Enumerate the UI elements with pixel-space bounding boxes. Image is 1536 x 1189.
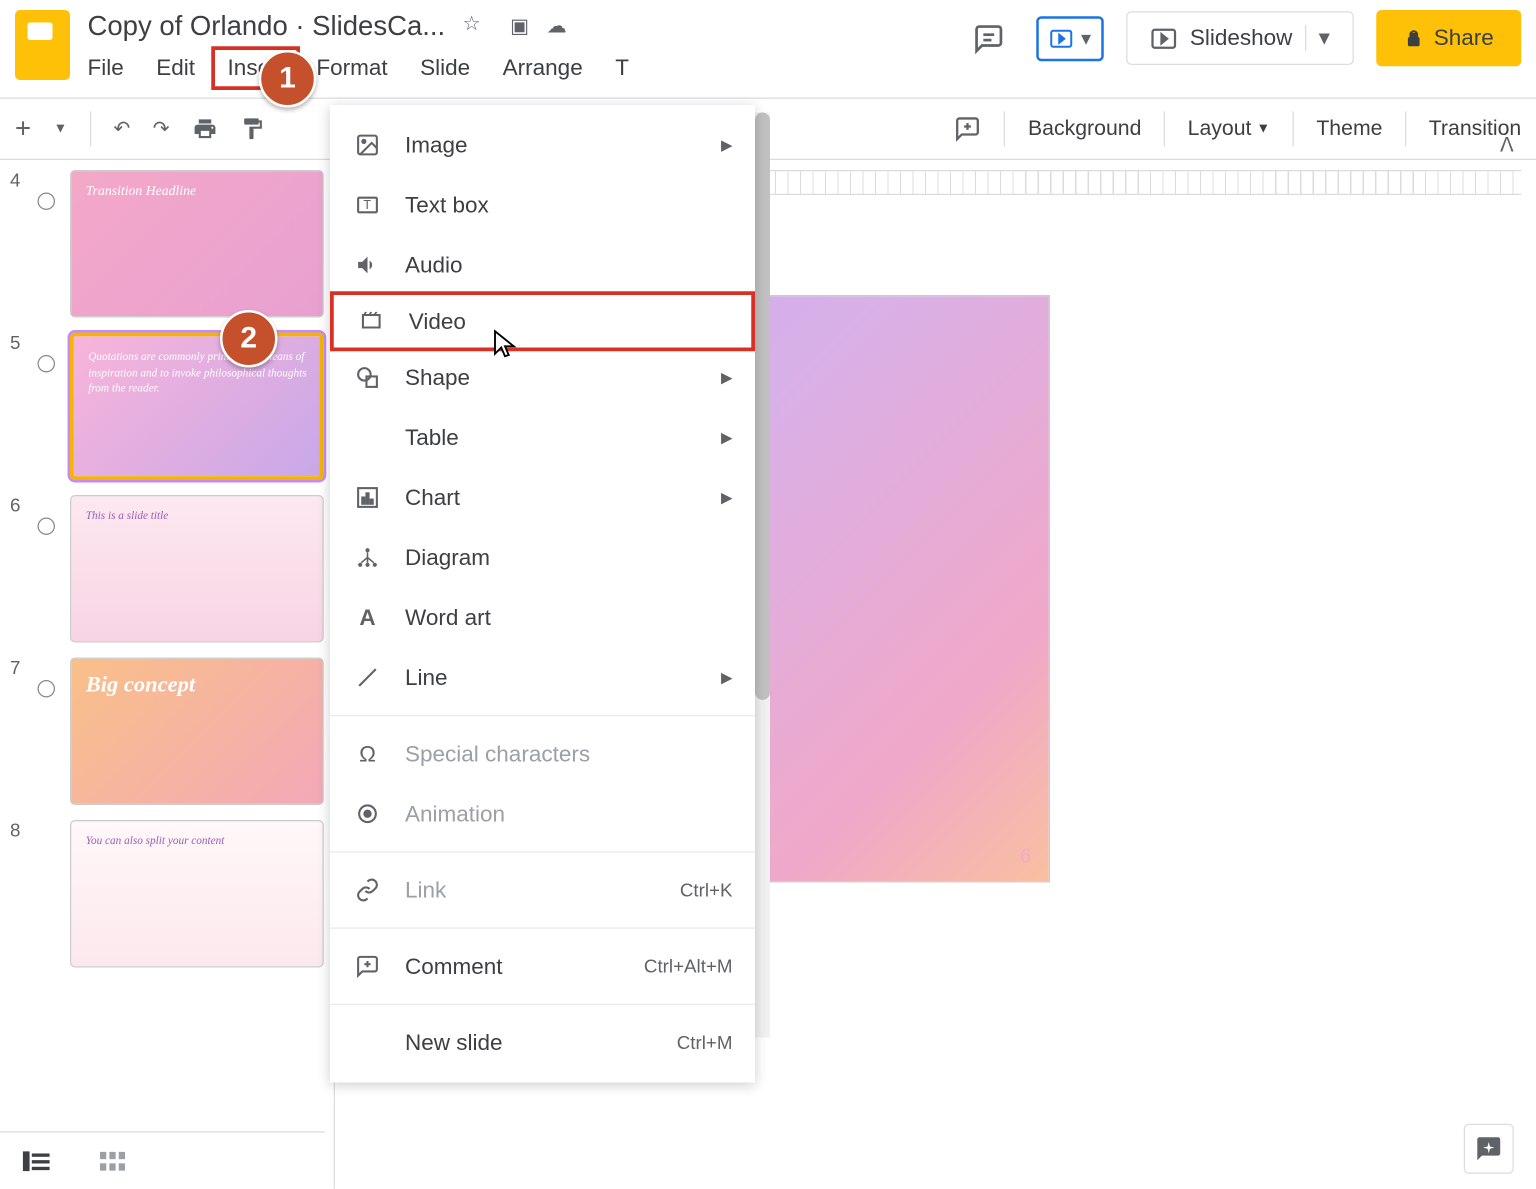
menu-tools[interactable]: T (615, 55, 629, 81)
comment-icon (353, 951, 383, 981)
submenu-arrow-icon: ▶ (721, 669, 733, 687)
wordart-icon: A (353, 603, 383, 633)
filmstrip-view-icon[interactable] (23, 1151, 51, 1171)
view-bar (0, 1131, 325, 1189)
submenu-arrow-icon: ▶ (721, 369, 733, 387)
annotation-callout-1: 1 (259, 50, 317, 108)
menu-edit[interactable]: Edit (156, 55, 195, 81)
svg-text:T: T (363, 198, 371, 212)
shape-icon (353, 363, 383, 393)
thumb-number: 6 (10, 495, 27, 643)
animation-indicator-icon (37, 518, 55, 536)
undo-icon[interactable]: ↶ (113, 116, 130, 141)
menu-item-link: LinkCtrl+K (330, 860, 755, 920)
line-icon (353, 663, 383, 693)
thumb-number: 5 (10, 333, 27, 481)
grid-view-icon[interactable] (100, 1151, 125, 1171)
slide-thumbnail[interactable]: Big concept (69, 658, 323, 806)
slide-page-number: 6 (1020, 846, 1031, 869)
print-icon[interactable] (192, 116, 217, 141)
omega-icon: Ω (353, 739, 383, 769)
new-slide-button[interactable]: + (15, 113, 31, 146)
chart-icon (353, 483, 383, 513)
move-icon[interactable]: ▣ (510, 14, 529, 39)
menu-item-special-chars: ΩSpecial characters (330, 724, 755, 784)
menu-item-chart[interactable]: Chart▶ (330, 468, 755, 528)
animation-indicator-icon (37, 355, 55, 373)
menu-item-shape[interactable]: Shape▶ (330, 348, 755, 408)
animation-icon (353, 799, 383, 829)
slideshow-button[interactable]: Slideshow ▾ (1126, 11, 1354, 65)
image-icon (353, 130, 383, 160)
paint-icon[interactable] (239, 116, 264, 141)
submenu-arrow-icon: ▶ (721, 489, 733, 507)
menu-item-image[interactable]: Image▶ (330, 115, 755, 175)
thumb-number: 4 (10, 170, 27, 318)
cursor-icon (493, 329, 518, 362)
menu-item-line[interactable]: Line▶ (330, 648, 755, 708)
menu-slide[interactable]: Slide (420, 55, 470, 81)
video-icon (356, 306, 386, 336)
slide-thumbnail[interactable]: Transition Headline (69, 170, 323, 318)
present-button[interactable]: ▾ (1036, 16, 1104, 61)
animation-indicator-icon (37, 193, 55, 211)
slide-thumbnail-selected[interactable]: Quotations are commonly printed as a mea… (69, 333, 323, 481)
menu-file[interactable]: File (88, 55, 124, 81)
menu-arrange[interactable]: Arrange (503, 55, 583, 81)
theme-button[interactable]: Theme (1316, 116, 1382, 141)
audio-icon (353, 250, 383, 280)
menu-item-diagram[interactable]: Diagram (330, 528, 755, 588)
share-button[interactable]: Share (1376, 10, 1521, 66)
menu-item-video[interactable]: Video (330, 291, 755, 351)
thumb-number: 8 (10, 820, 27, 968)
app-logo[interactable] (15, 10, 70, 80)
slide-thumbnail[interactable]: This is a slide title (69, 495, 323, 643)
submenu-arrow-icon: ▶ (721, 136, 733, 154)
menu-item-new-slide[interactable]: New slideCtrl+M (330, 1013, 755, 1073)
submenu-arrow-icon: ▶ (721, 429, 733, 447)
star-icon[interactable]: ☆ (463, 11, 493, 41)
background-button[interactable]: Background (1028, 116, 1141, 141)
slide-thumbnail[interactable]: You can also split your content (69, 820, 323, 968)
animation-indicator-icon (37, 680, 55, 698)
menu-item-textbox[interactable]: TText box (330, 175, 755, 235)
doc-title[interactable]: Copy of Orlando · SlidesCa... (88, 10, 446, 43)
link-icon (353, 875, 383, 905)
textbox-icon: T (353, 190, 383, 220)
slide-panel: 4 Transition Headline 5 Quotations are com… (0, 160, 335, 1189)
annotation-callout-2: 2 (220, 310, 278, 368)
menu-item-comment[interactable]: CommentCtrl+Alt+M (330, 936, 755, 996)
expand-icon[interactable]: ᐱ (1500, 133, 1514, 158)
menu-item-audio[interactable]: Audio (330, 235, 755, 295)
comments-icon[interactable] (964, 13, 1014, 63)
cloud-icon[interactable]: ☁ (547, 14, 567, 39)
menu-item-table[interactable]: Table▶ (330, 408, 755, 468)
dropdown-scrollbar[interactable] (755, 113, 770, 1038)
diagram-icon (353, 543, 383, 573)
layout-button[interactable]: Layout▼ (1188, 116, 1270, 141)
menu-format[interactable]: Format (316, 55, 387, 81)
redo-icon[interactable]: ↷ (153, 116, 170, 141)
menu-item-animation: Animation (330, 784, 755, 844)
insert-menu-dropdown: Image▶ TText box Audio Video Shape▶ Tabl… (330, 105, 755, 1083)
explore-button[interactable] (1464, 1124, 1514, 1174)
menu-item-wordart[interactable]: AWord art (330, 588, 755, 648)
comment-add-icon[interactable] (954, 115, 982, 143)
thumb-number: 7 (10, 658, 27, 806)
